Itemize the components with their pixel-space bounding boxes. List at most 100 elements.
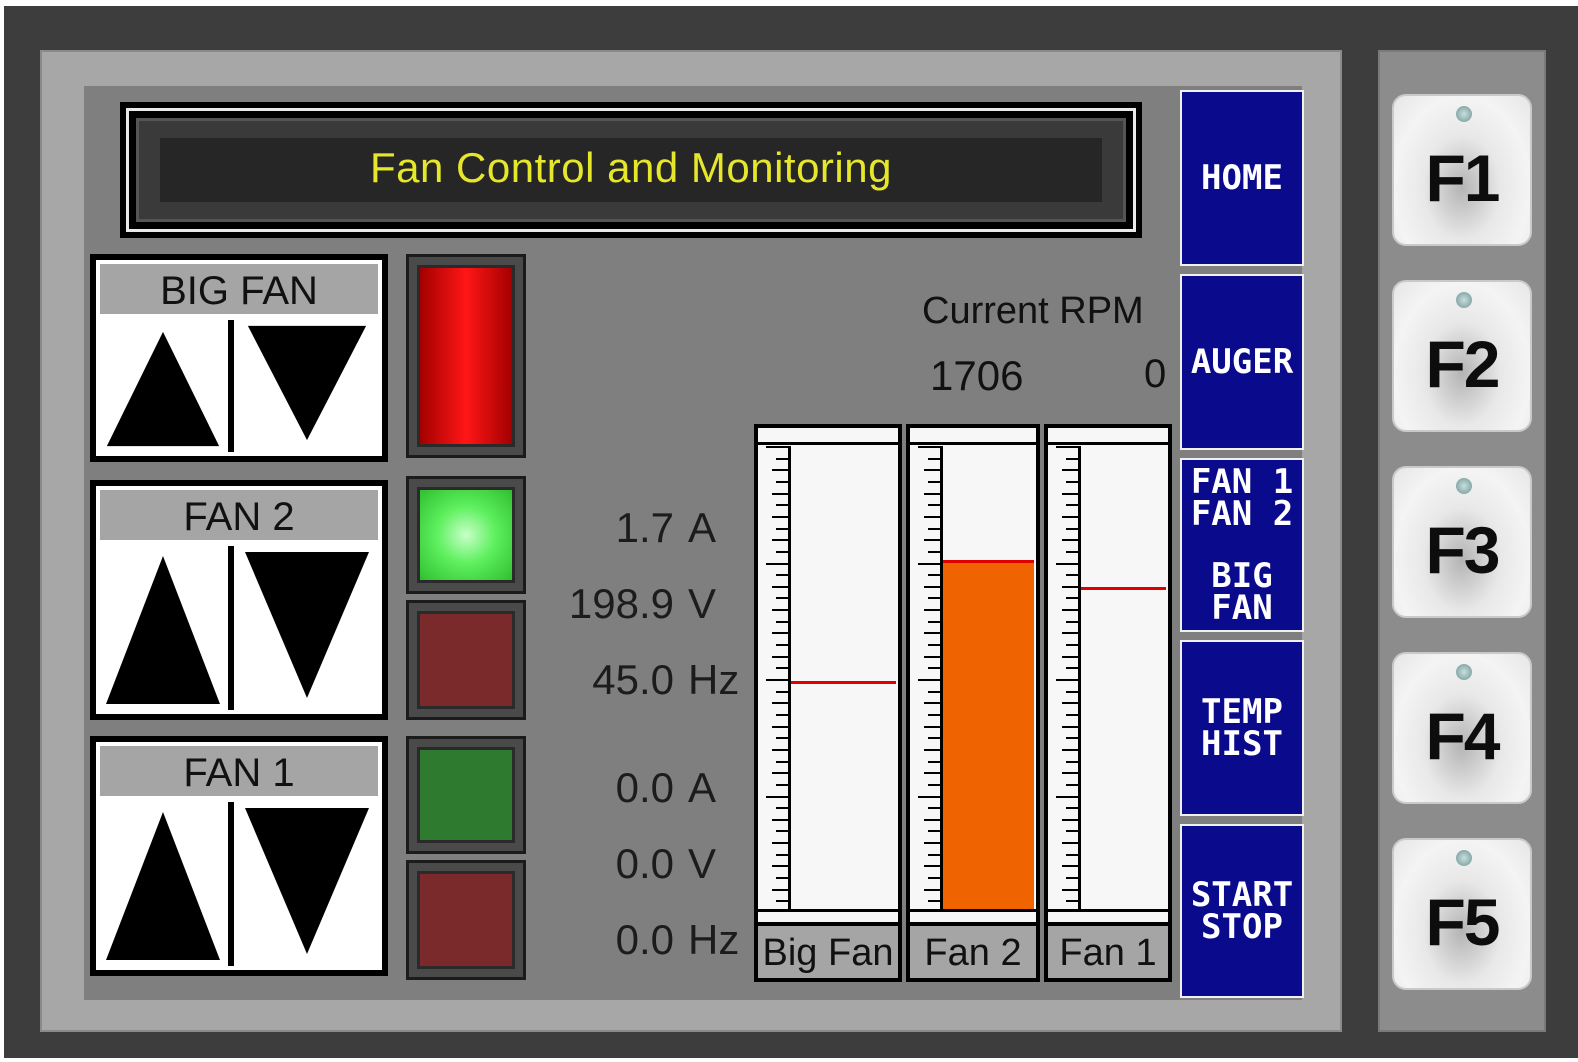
scale-tick bbox=[924, 842, 940, 845]
fan-2-meter-label: Fan 2 bbox=[910, 926, 1036, 978]
scale-tick bbox=[924, 515, 940, 518]
down-arrow-icon bbox=[245, 808, 369, 954]
f5-key-label: F5 bbox=[1425, 885, 1500, 959]
scale-tick bbox=[772, 748, 788, 751]
scale-tick bbox=[776, 550, 788, 553]
fan-1-current-unit: A bbox=[688, 764, 717, 811]
scale-tick bbox=[1066, 760, 1078, 763]
scale-tick bbox=[1062, 655, 1078, 658]
scale-tick bbox=[924, 865, 940, 868]
scale-tick bbox=[772, 515, 788, 518]
scale-tick bbox=[772, 842, 788, 845]
scale-tick bbox=[772, 655, 788, 658]
scale-tick bbox=[776, 574, 788, 577]
home-button[interactable]: HOME bbox=[1180, 90, 1304, 266]
scale-tick bbox=[1062, 469, 1078, 472]
scale-tick bbox=[772, 585, 788, 588]
scale-tick bbox=[776, 667, 788, 670]
fan-2-voltage-unit: V bbox=[688, 580, 717, 627]
rpm-secondary-value: 0 bbox=[1144, 352, 1167, 396]
scale-tick bbox=[772, 609, 788, 612]
big-fan-speed-down-button[interactable] bbox=[236, 320, 378, 452]
f2-key[interactable]: F2 bbox=[1392, 280, 1532, 432]
fan-2-current-unit: A bbox=[688, 504, 717, 551]
fan-2-speed-down-button[interactable] bbox=[236, 546, 378, 710]
scale-tick bbox=[776, 457, 788, 460]
scale-tick bbox=[1066, 900, 1078, 903]
nav-label-line: FAN bbox=[1211, 588, 1273, 628]
up-arrow-icon bbox=[106, 812, 220, 960]
scale-tick bbox=[1056, 446, 1078, 448]
scale-tick bbox=[766, 795, 788, 798]
scale-tick bbox=[924, 702, 940, 705]
scale-tick bbox=[1062, 492, 1078, 495]
fan-2-speed-up-button[interactable] bbox=[100, 546, 226, 710]
f5-key[interactable]: F5 bbox=[1392, 838, 1532, 990]
f3-key[interactable]: F3 bbox=[1392, 466, 1532, 618]
fan-1-speed-down-button[interactable] bbox=[236, 802, 378, 966]
scale-tick bbox=[928, 504, 940, 507]
scale-tick bbox=[924, 609, 940, 612]
scale-tick bbox=[928, 737, 940, 740]
fan-2-frequency-unit: Hz bbox=[688, 656, 740, 703]
scale-tick bbox=[924, 492, 940, 495]
scale-tick bbox=[776, 504, 788, 507]
led-icon bbox=[1456, 106, 1472, 122]
scale-tick bbox=[928, 690, 940, 693]
nav-label-line: FAN 2 bbox=[1190, 494, 1294, 534]
fan-1-frequency-unit: Hz bbox=[688, 916, 740, 963]
scale-tick bbox=[928, 830, 940, 833]
fan-select-button[interactable]: FAN 1 FAN 2 BIG FAN bbox=[1180, 458, 1304, 632]
big-fan-meter-label: Big Fan bbox=[758, 926, 898, 978]
scale-tick bbox=[1066, 713, 1078, 716]
fan-2-label: FAN 2 bbox=[100, 490, 378, 540]
fan-1-voltage-value: 0.0 bbox=[615, 840, 674, 887]
scale-tick bbox=[1066, 597, 1078, 600]
f4-key[interactable]: F4 bbox=[1392, 652, 1532, 804]
fan-2-voltage-value: 198.9 bbox=[568, 580, 674, 627]
scale-tick bbox=[924, 539, 940, 542]
f1-key[interactable]: F1 bbox=[1392, 94, 1532, 246]
nav-label-line: AUGER bbox=[1190, 342, 1294, 382]
fan-1-frequency-value: 0.0 bbox=[615, 916, 674, 963]
nav-label-line: HIST bbox=[1201, 724, 1283, 764]
led-icon bbox=[1456, 850, 1472, 866]
scale-tick bbox=[776, 853, 788, 856]
scale-tick bbox=[772, 702, 788, 705]
nav-label-line: HOME bbox=[1201, 158, 1283, 198]
meter-setpoint-line bbox=[1081, 587, 1166, 591]
fan-1-meter-label: Fan 1 bbox=[1048, 926, 1168, 978]
fan-1-speed-up-button[interactable] bbox=[100, 802, 226, 966]
start-stop-button[interactable]: START STOP bbox=[1180, 824, 1304, 998]
f4-key-label: F4 bbox=[1425, 699, 1500, 773]
scale-tick bbox=[772, 539, 788, 542]
scale-tick bbox=[776, 690, 788, 693]
scale-tick bbox=[772, 469, 788, 472]
led-icon bbox=[1456, 292, 1472, 308]
scale-tick bbox=[1066, 853, 1078, 856]
title-banner: Fan Control and Monitoring bbox=[120, 102, 1142, 238]
big-fan-label: BIG FAN bbox=[100, 264, 378, 314]
scale-tick bbox=[1062, 772, 1078, 775]
scale-tick bbox=[924, 748, 940, 751]
scale-tick bbox=[1066, 783, 1078, 786]
scale-tick bbox=[924, 888, 940, 891]
meter-setpoint-line bbox=[791, 680, 896, 684]
scale-tick bbox=[924, 655, 940, 658]
scale-tick bbox=[1066, 550, 1078, 553]
scale-tick bbox=[918, 679, 940, 681]
scale-tick bbox=[776, 760, 788, 763]
auger-button[interactable]: AUGER bbox=[1180, 274, 1304, 450]
big-fan-speed-up-button[interactable] bbox=[100, 320, 226, 452]
scale-tick bbox=[1066, 690, 1078, 693]
page-title: Fan Control and Monitoring bbox=[370, 144, 892, 191]
scale-tick bbox=[776, 597, 788, 600]
scale-tick bbox=[772, 492, 788, 495]
green-indicator-icon bbox=[417, 487, 515, 583]
scale-tick bbox=[766, 679, 788, 681]
scale-tick bbox=[776, 644, 788, 647]
temp-hist-button[interactable]: TEMP HIST bbox=[1180, 640, 1304, 816]
nav-label-line: STOP bbox=[1201, 907, 1283, 947]
scale-tick bbox=[766, 562, 788, 565]
scale-tick bbox=[928, 877, 940, 880]
